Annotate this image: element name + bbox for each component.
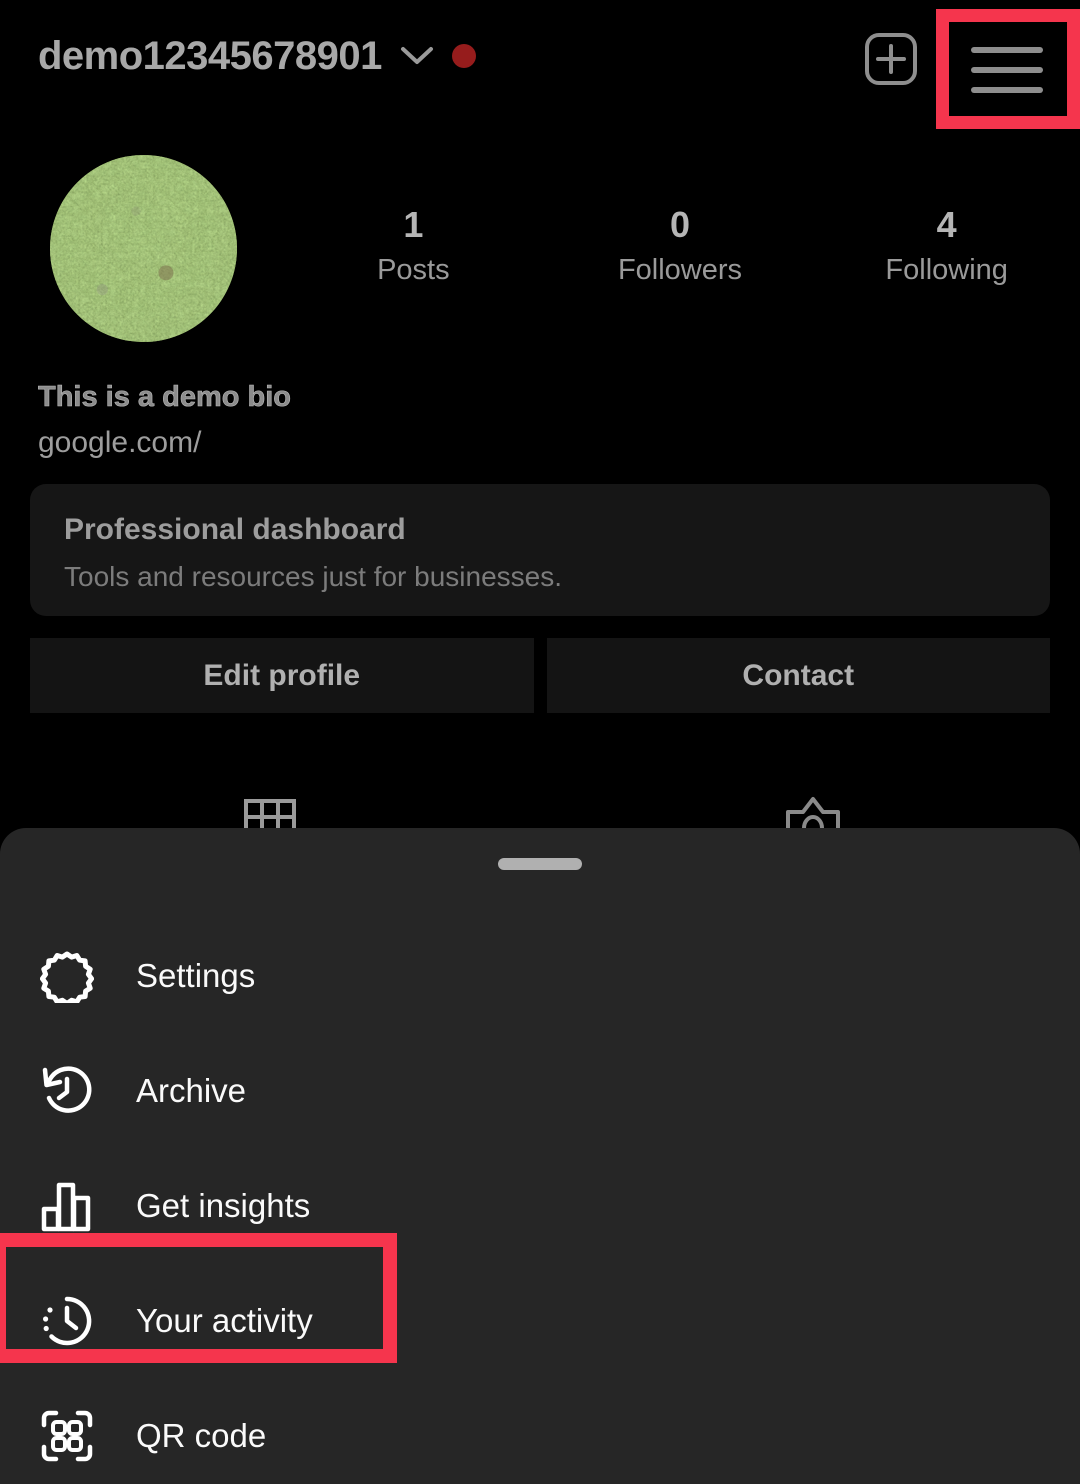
menu-item-settings-label: Settings xyxy=(136,957,256,994)
profile-avatar[interactable] xyxy=(50,155,237,342)
contact-button[interactable]: Contact xyxy=(546,638,1050,713)
bio-link[interactable]: google.com/ xyxy=(38,423,738,464)
add-post-icon[interactable] xyxy=(864,32,918,86)
menu-item-get-insights-label: Get insights xyxy=(136,1187,311,1224)
stat-followers[interactable]: 0 Followers xyxy=(547,205,814,286)
stat-following-value: 4 xyxy=(936,204,957,245)
username-switcher[interactable]: demo12345678901 xyxy=(38,36,476,76)
profile-action-buttons: Edit profile Contact xyxy=(30,638,1050,713)
hamburger-menu-icon[interactable] xyxy=(971,43,1043,97)
stat-followers-label: Followers xyxy=(617,253,743,286)
menu-item-your-activity[interactable]: Your activity xyxy=(0,1263,1080,1378)
instagram-profile-screen: demo12345678901 1 Posts 0 Followers 4 Fo… xyxy=(0,0,1080,1484)
menu-item-qr-code-label: QR code xyxy=(136,1417,267,1454)
menu-item-settings[interactable]: Settings xyxy=(0,918,1080,1033)
top-header-bar: demo12345678901 xyxy=(0,0,1080,140)
options-bottom-sheet: Settings Archive Get insights Your activ… xyxy=(0,828,1080,1484)
menu-item-get-insights[interactable]: Get insights xyxy=(0,1148,1080,1263)
stat-following[interactable]: 4 Following xyxy=(813,205,1080,286)
menu-item-qr-code[interactable]: QR code xyxy=(0,1378,1080,1484)
avatar-grass-texture xyxy=(50,155,237,342)
menu-item-archive[interactable]: Archive xyxy=(0,1033,1080,1148)
bar-chart-icon xyxy=(40,1179,94,1233)
professional-dashboard-card[interactable]: Professional dashboard Tools and resourc… xyxy=(30,484,1050,616)
menu-item-your-activity-label: Your activity xyxy=(136,1302,313,1339)
unread-badge-dot xyxy=(451,44,476,68)
bio-text: This is a demo bio xyxy=(38,381,292,414)
activity-clock-icon xyxy=(40,1294,94,1348)
stat-posts-label: Posts xyxy=(377,253,450,286)
professional-dashboard-title: Professional dashboard xyxy=(64,513,406,546)
gear-icon xyxy=(40,949,94,1003)
professional-dashboard-subtitle: Tools and resources just for businesses. xyxy=(64,561,563,592)
menu-line-1 xyxy=(971,47,1043,53)
menu-line-3 xyxy=(971,87,1043,93)
sheet-drag-handle[interactable] xyxy=(498,858,582,870)
profile-stats: 1 Posts 0 Followers 4 Following xyxy=(280,205,1080,286)
stat-following-label: Following xyxy=(885,253,1008,286)
menu-item-archive-label: Archive xyxy=(136,1072,247,1109)
stat-posts-value: 1 xyxy=(403,204,424,245)
profile-bio-block: This is a demo bio google.com/ xyxy=(38,378,738,464)
menu-line-2 xyxy=(971,67,1043,73)
qr-code-icon xyxy=(40,1409,94,1463)
stat-followers-value: 0 xyxy=(669,204,691,245)
username-label: demo12345678901 xyxy=(38,34,382,78)
archive-clock-icon xyxy=(40,1064,94,1118)
chevron-down-icon[interactable] xyxy=(400,45,434,67)
stat-posts[interactable]: 1 Posts xyxy=(280,205,547,286)
edit-profile-button[interactable]: Edit profile xyxy=(30,638,534,713)
